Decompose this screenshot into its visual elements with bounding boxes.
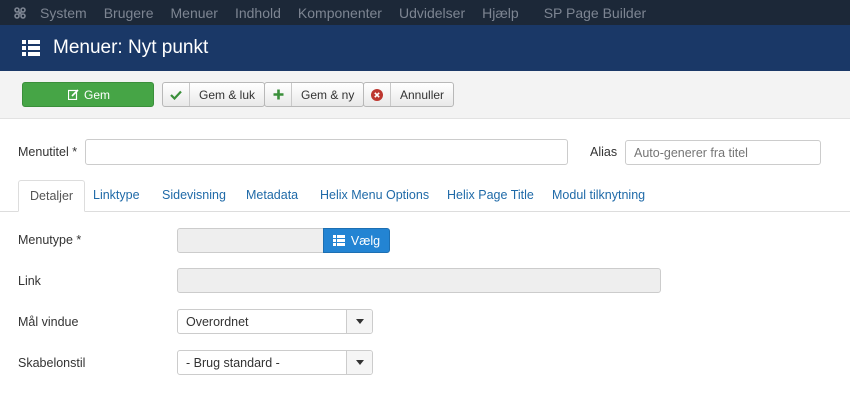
link-label: Link	[18, 274, 41, 288]
topnav-item-system[interactable]: System	[40, 5, 87, 21]
select-menu-type-button[interactable]: Vælg	[323, 228, 390, 253]
list-icon	[22, 40, 40, 56]
cancel-button[interactable]: Annuller	[363, 82, 455, 107]
save-new-button[interactable]: Gem & ny	[264, 82, 365, 107]
topnav-item-help[interactable]: Hjælp	[482, 5, 519, 21]
caret-down-icon[interactable]	[346, 351, 372, 374]
list-icon	[332, 235, 345, 246]
topnav-item-content[interactable]: Indhold	[235, 5, 281, 21]
joomla-logo-icon[interactable]	[0, 0, 40, 25]
template-style-label: Skabelonstil	[18, 356, 86, 370]
topnav-item-components[interactable]: Komponenter	[298, 5, 382, 21]
template-style-select[interactable]: - Brug standard -	[177, 350, 373, 375]
tab-page-display[interactable]: Sidevisning	[162, 180, 226, 212]
template-style-value: - Brug standard -	[186, 355, 280, 370]
alias-input[interactable]	[625, 140, 821, 165]
tab-helix-menu-options[interactable]: Helix Menu Options	[320, 180, 429, 212]
menu-type-label: Menutype *	[18, 233, 82, 247]
topnav-item-sp-page-builder[interactable]: SP Page Builder	[544, 5, 646, 21]
link-field	[177, 268, 661, 293]
target-window-value: Overordnet	[186, 314, 249, 329]
menu-title-input[interactable]	[85, 139, 568, 165]
save-close-label: Gem & luk	[199, 87, 256, 102]
edit-icon	[66, 83, 82, 106]
target-window-label: Mål vindue	[18, 315, 79, 329]
select-button-label: Vælg	[350, 233, 381, 248]
admin-topnav: System Brugere Menuer Indhold Komponente…	[0, 0, 850, 25]
plus-icon	[265, 83, 292, 106]
save-button[interactable]: Gem	[22, 82, 154, 107]
page-title: Menuer: Nyt punkt	[53, 37, 209, 58]
tab-bar: Detaljer Linktype Sidevisning Metadata H…	[0, 180, 850, 212]
tab-module-assignment[interactable]: Modul tilknytning	[552, 180, 645, 212]
topnav-item-users[interactable]: Brugere	[104, 5, 154, 21]
caret-down-icon[interactable]	[346, 310, 372, 333]
toolbar: Gem Gem & luk Gem & ny Annuller	[0, 71, 850, 119]
cancel-label: Annuller	[400, 87, 445, 102]
menu-type-field	[177, 228, 324, 253]
cancel-icon	[364, 83, 391, 106]
topnav-item-menus[interactable]: Menuer	[171, 5, 218, 21]
topnav-item-extensions[interactable]: Udvidelser	[399, 5, 465, 21]
save-button-label: Gem	[83, 87, 110, 102]
menu-title-label: Menutitel *	[18, 145, 78, 159]
target-window-select[interactable]: Overordnet	[177, 309, 373, 334]
save-new-label: Gem & ny	[301, 87, 355, 102]
tab-helix-page-title[interactable]: Helix Page Title	[447, 180, 534, 212]
check-icon	[163, 83, 190, 106]
tab-metadata[interactable]: Metadata	[246, 180, 298, 212]
tab-link-type[interactable]: Linktype	[93, 180, 140, 212]
alias-label: Alias	[590, 145, 618, 159]
save-close-button[interactable]: Gem & luk	[162, 82, 266, 107]
tab-details[interactable]: Detaljer	[18, 180, 86, 212]
page-titlebar: Menuer: Nyt punkt	[0, 25, 850, 71]
